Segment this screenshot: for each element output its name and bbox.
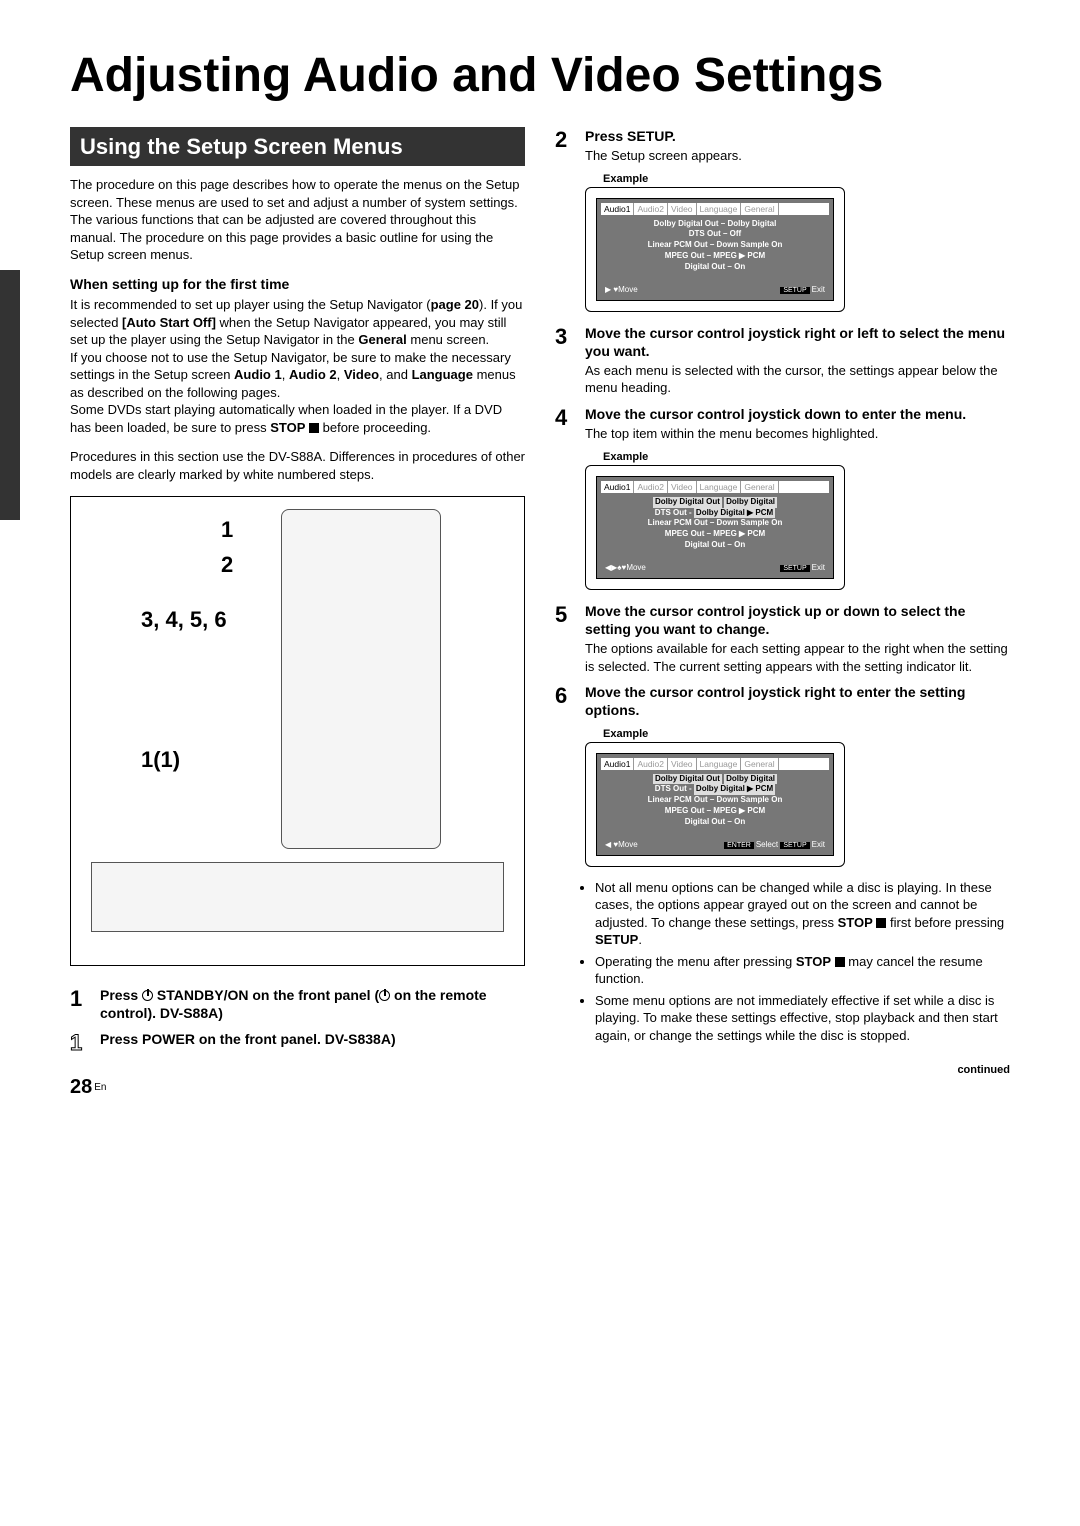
page-lang: En <box>94 1082 106 1093</box>
tabs-a: Audio1 Audio2 Video Language General <box>601 203 829 215</box>
step-3: 3 Move the cursor control joystick right… <box>555 324 1010 397</box>
callout-1: 1 <box>221 517 233 543</box>
step-4-num: 4 <box>555 405 575 443</box>
step-4: 4 Move the cursor control joystick down … <box>555 405 1010 443</box>
step-2-desc: The Setup screen appears. <box>585 147 1010 165</box>
step-6-num: 6 <box>555 683 575 719</box>
step-5-num: 5 <box>555 602 575 675</box>
tv-box-c: Audio1 Audio2 Video Language General Dol… <box>585 742 845 867</box>
notes: Not all menu options can be changed whil… <box>595 879 1010 1045</box>
page-footer: 28 En <box>70 1076 525 1099</box>
stop-icon <box>309 423 319 433</box>
step-5-title: Move the cursor control joystick up or d… <box>585 602 1010 638</box>
step-6-title: Move the cursor control joystick right t… <box>585 683 1010 719</box>
callout-2: 2 <box>221 552 233 578</box>
example-b: Example Audio1 Audio2 Video Language Gen… <box>585 451 1010 590</box>
example-a-label: Example <box>603 173 1010 185</box>
step-1: 1 Press STANDBY/ON on the front panel ( … <box>70 986 525 1022</box>
remote-body <box>281 509 441 849</box>
step-1-alt: 1 Press POWER on the front panel. DV-S83… <box>70 1030 525 1056</box>
right-footer: continued <box>555 1064 1010 1076</box>
move-label: ▶ ♥Move <box>605 285 638 294</box>
tv-box-b: Audio1 Audio2 Video Language General Dol… <box>585 465 845 590</box>
step-2: 2 Press SETUP. The Setup screen appears. <box>555 127 1010 165</box>
example-c-label: Example <box>603 728 1010 740</box>
note-2: Operating the menu after pressing STOP m… <box>595 953 1010 988</box>
step-1-alt-num: 1 <box>70 1030 90 1056</box>
power-icon <box>142 990 153 1001</box>
example-a: Example Audio1 Audio2 Video Language Gen… <box>585 173 1010 312</box>
callout-1alt: 1(1) <box>141 747 180 773</box>
intro-paragraph: The procedure on this page describes how… <box>70 176 525 264</box>
page-number: 28 <box>70 1076 92 1099</box>
first-time-p1: It is recommended to set up player using… <box>70 296 525 436</box>
page-title: Adjusting Audio and Video Settings <box>70 50 1010 103</box>
stop-icon <box>835 957 845 967</box>
first-time-heading: When setting up for the first time <box>70 276 525 292</box>
step-3-desc: As each menu is selected with the cursor… <box>585 362 1010 397</box>
step-1-title: Press STANDBY/ON on the front panel ( on… <box>100 986 525 1022</box>
player-body <box>91 862 504 932</box>
continued-label: continued <box>957 1064 1010 1076</box>
step-3-num: 3 <box>555 324 575 397</box>
step-2-num: 2 <box>555 127 575 165</box>
example-c: Example Audio1 Audio2 Video Language Gen… <box>585 728 1010 867</box>
tv-box-a: Audio1 Audio2 Video Language General Dol… <box>585 187 845 312</box>
right-column: 2 Press SETUP. The Setup screen appears.… <box>555 127 1010 1099</box>
remote-diagram: 1 2 3, 4, 5, 6 1(1) <box>70 496 525 966</box>
step-5-desc: The options available for each setting a… <box>585 640 1010 675</box>
step-4-desc: The top item within the menu becomes hig… <box>585 425 1010 443</box>
note-1: Not all menu options can be changed whil… <box>595 879 1010 949</box>
step-2-title: Press SETUP. <box>585 127 1010 145</box>
left-column: Using the Setup Screen Menus The procedu… <box>70 127 525 1099</box>
step-1-num: 1 <box>70 986 90 1022</box>
callout-3456: 3, 4, 5, 6 <box>141 607 227 633</box>
section-header: Using the Setup Screen Menus <box>70 127 525 167</box>
step-1-alt-title: Press POWER on the front panel. DV-S838A… <box>100 1030 525 1048</box>
step-3-title: Move the cursor control joystick right o… <box>585 324 1010 360</box>
step-4-title: Move the cursor control joystick down to… <box>585 405 1010 423</box>
note-3: Some menu options are not immediately ef… <box>595 992 1010 1045</box>
step-6: 6 Move the cursor control joystick right… <box>555 683 1010 719</box>
side-tab <box>0 270 20 520</box>
procedures-note: Procedures in this section use the DV-S8… <box>70 448 525 483</box>
step-5: 5 Move the cursor control joystick up or… <box>555 602 1010 675</box>
example-b-label: Example <box>603 451 1010 463</box>
stop-icon <box>876 918 886 928</box>
power-icon <box>379 990 390 1001</box>
